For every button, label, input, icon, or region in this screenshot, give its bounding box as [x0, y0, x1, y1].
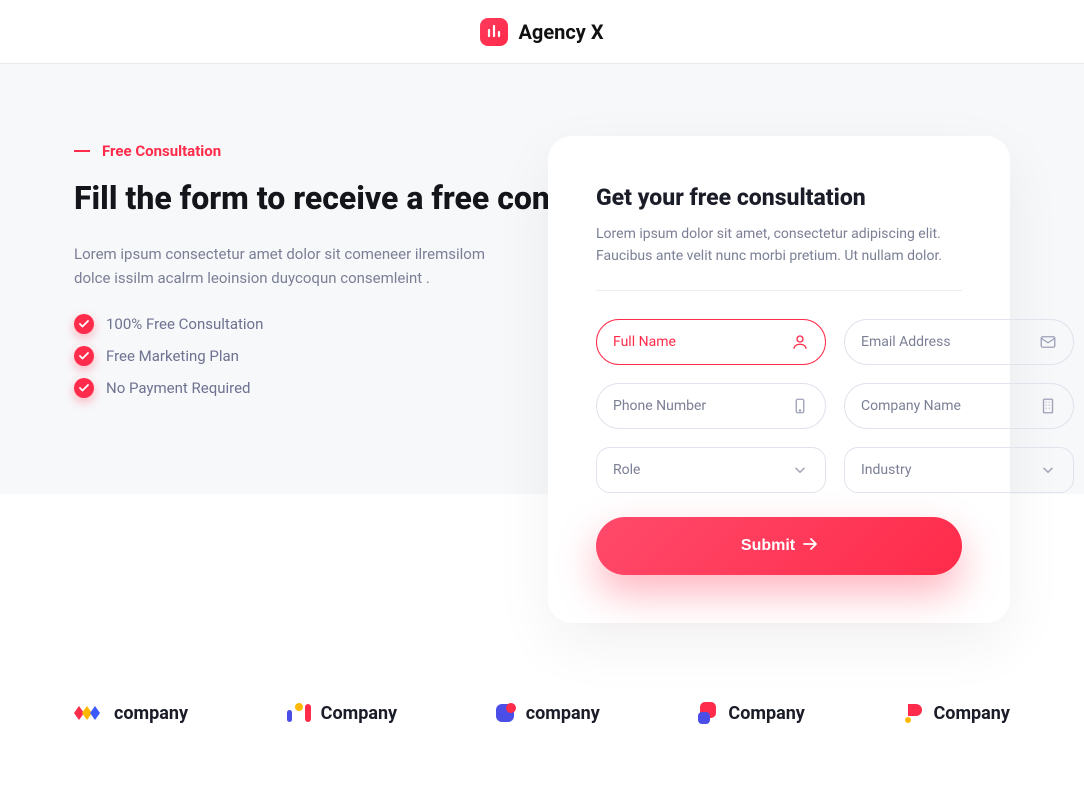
arrow-right-icon — [803, 537, 817, 555]
submit-button[interactable]: Submit — [596, 517, 962, 575]
company-icon-2 — [287, 702, 313, 724]
hero-section: Free Consultation Fill the form to recei… — [0, 64, 1084, 494]
check-text: 100% Free Consultation — [106, 315, 263, 333]
phone-icon — [791, 397, 809, 415]
user-icon — [791, 333, 809, 351]
check-icon — [74, 346, 94, 366]
company-name: company — [114, 703, 188, 724]
brand-icon — [480, 18, 508, 46]
header: Agency X — [0, 0, 1084, 64]
check-text: Free Marketing Plan — [106, 347, 239, 365]
company-logo-1: company — [74, 702, 188, 724]
industry-select[interactable] — [844, 447, 1074, 493]
company-icon-1 — [74, 702, 106, 724]
company-logo-2: Company — [287, 702, 397, 724]
check-text: No Payment Required — [106, 379, 251, 397]
company-logo-4: Company — [698, 702, 804, 724]
brand-logo[interactable]: Agency X — [480, 18, 603, 46]
divider — [596, 290, 962, 291]
role-select[interactable] — [596, 447, 826, 493]
company-input[interactable] — [861, 398, 1039, 414]
company-name: company — [526, 703, 600, 724]
mail-icon — [1039, 333, 1057, 351]
chevron-down-icon — [791, 461, 809, 479]
check-icon — [74, 378, 94, 398]
phone-field[interactable] — [596, 383, 826, 429]
company-icon-3 — [496, 702, 518, 724]
check-icon — [74, 314, 94, 334]
dash-icon — [74, 150, 90, 152]
submit-label: Submit — [741, 537, 795, 555]
logos-strip: company Company company Company Company — [38, 702, 1046, 724]
company-logo-5: Company — [904, 702, 1010, 724]
form-subtitle: Lorem ipsum dolor sit amet, consectetur … — [596, 223, 962, 268]
company-name: Company — [728, 703, 804, 724]
phone-input[interactable] — [613, 398, 791, 414]
company-icon-5 — [904, 702, 926, 724]
eyebrow-text: Free Consultation — [102, 142, 221, 160]
full-name-input[interactable] — [613, 334, 791, 350]
company-name: Company — [934, 703, 1010, 724]
company-logo-3: company — [496, 702, 600, 724]
form-title: Get your free consultation — [596, 184, 962, 211]
brand-name: Agency X — [518, 20, 603, 44]
email-input[interactable] — [861, 334, 1039, 350]
page-subtitle: Lorem ipsum consectetur amet dolor sit c… — [74, 242, 494, 290]
industry-input[interactable] — [861, 462, 1039, 478]
company-icon-4 — [698, 702, 720, 724]
chevron-down-icon — [1039, 461, 1057, 479]
form-grid — [596, 319, 962, 493]
company-field[interactable] — [844, 383, 1074, 429]
email-field[interactable] — [844, 319, 1074, 365]
consultation-form-card: Get your free consultation Lorem ipsum d… — [548, 136, 1010, 623]
building-icon — [1039, 397, 1057, 415]
role-input[interactable] — [613, 462, 791, 478]
full-name-field[interactable] — [596, 319, 826, 365]
company-name: Company — [321, 703, 397, 724]
